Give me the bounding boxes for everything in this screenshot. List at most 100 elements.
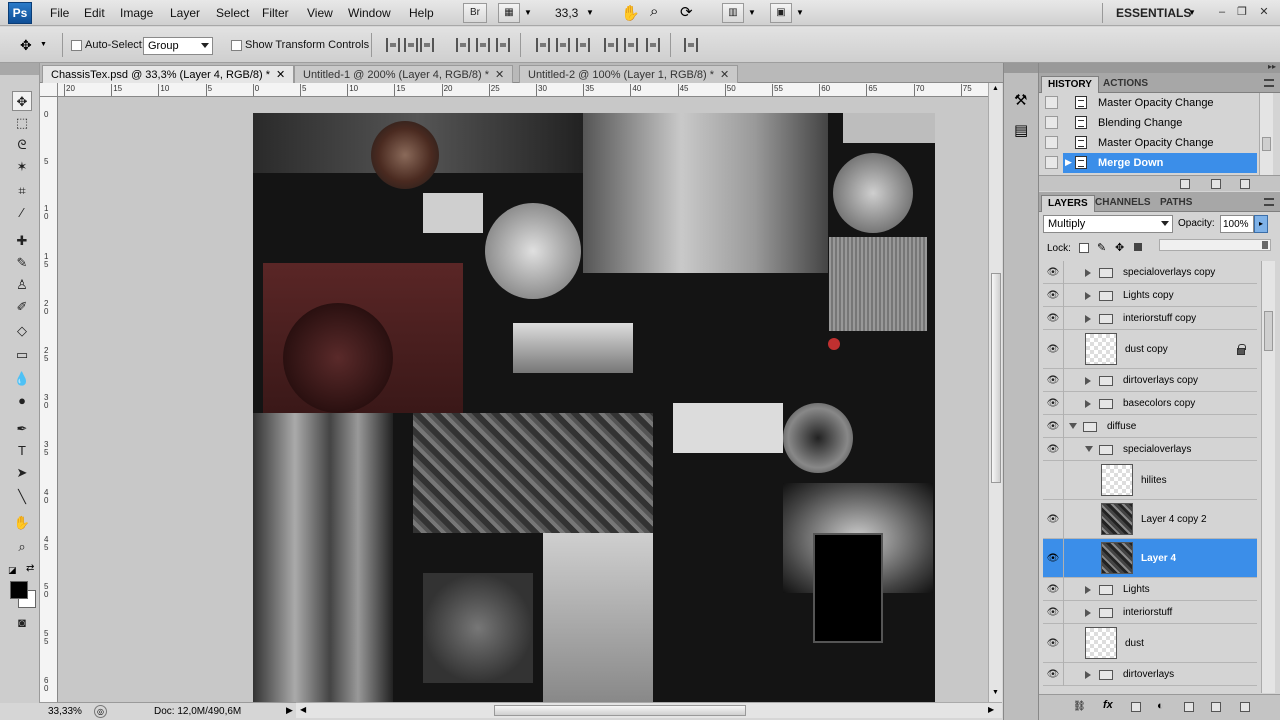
panel-menu-icon[interactable]: [1264, 198, 1274, 206]
trash-icon[interactable]: [1240, 179, 1250, 189]
auto-select-checkbox[interactable]: [71, 40, 82, 51]
bridge-button[interactable]: Br: [463, 3, 487, 23]
lock-all-icon[interactable]: [1134, 243, 1142, 251]
menu-file[interactable]: File: [50, 6, 69, 20]
screen-mode-dropdown-icon[interactable]: ▼: [796, 8, 804, 17]
menu-select[interactable]: Select: [216, 6, 249, 20]
line-tool-icon[interactable]: ╲: [12, 487, 32, 507]
hand-tool-icon[interactable]: ✋: [621, 4, 640, 22]
lock-pixels-icon[interactable]: ✎: [1097, 241, 1106, 254]
camera-snapshot-icon[interactable]: [1211, 179, 1221, 189]
align-hcenter-icon[interactable]: [476, 38, 490, 52]
history-source-checkbox[interactable]: [1045, 156, 1058, 169]
document-canvas[interactable]: [253, 113, 935, 702]
expand-group-icon[interactable]: [1085, 399, 1091, 408]
arrange-documents-icon[interactable]: ▥: [722, 3, 744, 23]
status-info-icon[interactable]: ◎: [94, 705, 107, 718]
eyedropper-tool-icon[interactable]: ⁄: [12, 203, 32, 223]
menu-window[interactable]: Window: [348, 6, 391, 20]
history-brush-panel-icon[interactable]: ⚒: [1014, 91, 1027, 109]
history-item-active[interactable]: ▶ Merge Down: [1043, 153, 1257, 173]
expand-group-icon[interactable]: [1085, 585, 1091, 594]
arrange-dropdown-icon[interactable]: ▼: [748, 8, 756, 17]
layer-group-row[interactable]: 👁 Lights copy: [1043, 284, 1257, 307]
opacity-slider-button[interactable]: ▸: [1254, 215, 1268, 233]
quick-mask-icon[interactable]: ◙: [12, 613, 32, 633]
visibility-eye-icon[interactable]: 👁: [1046, 344, 1060, 355]
menu-help[interactable]: Help: [409, 6, 434, 20]
canvas-area[interactable]: [58, 97, 988, 702]
blur-tool-icon[interactable]: 💧: [12, 369, 32, 389]
default-colors-icon[interactable]: ◪: [8, 565, 17, 576]
collapse-group-icon[interactable]: [1069, 422, 1077, 429]
opacity-slider[interactable]: [1159, 239, 1271, 251]
expand-group-icon[interactable]: [1085, 670, 1091, 679]
menu-view[interactable]: View: [307, 6, 333, 20]
opacity-slider-handle[interactable]: [1262, 241, 1268, 249]
layers-scroll-thumb[interactable]: [1264, 311, 1273, 351]
status-zoom[interactable]: 33,33%: [48, 706, 82, 717]
new-document-from-state-icon[interactable]: [1180, 179, 1190, 189]
collapse-group-icon[interactable]: [1085, 445, 1093, 452]
eraser-tool-icon[interactable]: ◇: [12, 321, 32, 341]
tab-actions[interactable]: ACTIONS: [1097, 76, 1154, 93]
screen-mode-icon[interactable]: ▣: [770, 3, 792, 23]
swap-colors-icon[interactable]: ⇄: [26, 563, 34, 574]
menu-edit[interactable]: Edit: [84, 6, 105, 20]
magic-wand-tool-icon[interactable]: ✶: [12, 157, 32, 177]
show-transform-checkbox[interactable]: [231, 40, 242, 51]
tab-history[interactable]: HISTORY: [1041, 76, 1099, 93]
history-item[interactable]: Master Opacity Change: [1043, 133, 1257, 153]
layer-row[interactable]: 👁 Layer 4: [1043, 539, 1257, 578]
layer-row[interactable]: 👁 Layer 4 copy 2: [1043, 500, 1257, 539]
ruler-origin[interactable]: [40, 83, 58, 97]
auto-align-layers-icon[interactable]: [684, 38, 698, 52]
history-source-checkbox[interactable]: [1045, 96, 1058, 109]
expand-group-icon[interactable]: [1085, 608, 1091, 617]
align-bottom-icon[interactable]: [420, 38, 434, 52]
scroll-left-icon[interactable]: ◀: [300, 705, 306, 714]
expand-group-icon[interactable]: [1085, 314, 1091, 323]
layers-scrollbar[interactable]: [1261, 261, 1275, 693]
adjustment-layer-icon[interactable]: ◐: [1157, 700, 1164, 712]
move-tool-preset-icon[interactable]: ✥: [20, 37, 32, 54]
visibility-eye-icon[interactable]: 👁: [1046, 669, 1060, 680]
actions-panel-icon[interactable]: ▤: [1014, 121, 1028, 139]
zoom-level[interactable]: 33,3: [555, 6, 578, 20]
link-layers-icon[interactable]: ⛓: [1073, 701, 1086, 712]
zoom-tool-icon[interactable]: ⌕: [12, 537, 32, 557]
path-selection-tool-icon[interactable]: ➤: [12, 463, 32, 483]
tab-close-icon[interactable]: ✕: [720, 69, 729, 81]
distribute-right-icon[interactable]: [646, 38, 660, 52]
auto-select-dropdown[interactable]: Group: [143, 37, 213, 55]
layer-group-row[interactable]: 👁 interiorstuff: [1043, 601, 1257, 624]
layer-row[interactable]: hilites: [1043, 461, 1257, 500]
move-tool-icon[interactable]: ✥: [12, 91, 32, 111]
minimize-icon[interactable]: –: [1214, 4, 1230, 20]
expand-group-icon[interactable]: [1085, 268, 1091, 277]
preset-dropdown-icon[interactable]: ▼: [40, 41, 47, 48]
marquee-tool-icon[interactable]: ⬚: [12, 113, 32, 133]
tab-close-icon[interactable]: ✕: [276, 69, 285, 81]
layer-group-row[interactable]: 👁 Lights: [1043, 578, 1257, 601]
visibility-eye-icon[interactable]: 👁: [1046, 553, 1060, 564]
history-source-checkbox[interactable]: [1045, 136, 1058, 149]
zoom-tool-icon[interactable]: ⌕: [650, 3, 658, 20]
vertical-ruler[interactable]: 0 5 1 0 1 5 2 0 2 5 3 0 3 5 4 0 4 5 5 0 5 5 6 0: [40, 97, 58, 702]
history-brush-tool-icon[interactable]: ✐: [12, 297, 32, 317]
lasso-tool-icon[interactable]: ᘓ: [12, 135, 32, 155]
distribute-top-icon[interactable]: [536, 38, 550, 52]
layer-group-row[interactable]: 👁 basecolors copy: [1043, 392, 1257, 415]
layer-group-row[interactable]: 👁 specialoverlays: [1043, 438, 1257, 461]
visibility-eye-icon[interactable]: 👁: [1046, 514, 1060, 525]
blend-mode-dropdown[interactable]: Multiply: [1043, 215, 1173, 233]
layer-group-row[interactable]: 👁 dirtoverlays: [1043, 663, 1257, 686]
visibility-eye-icon[interactable]: 👁: [1046, 421, 1060, 432]
visibility-eye-icon[interactable]: 👁: [1046, 375, 1060, 386]
distribute-hcenter-icon[interactable]: [624, 38, 638, 52]
type-tool-icon[interactable]: T: [12, 441, 32, 461]
collapse-panels-icon[interactable]: ▸▸: [1268, 62, 1276, 71]
menu-layer[interactable]: Layer: [170, 6, 200, 20]
scroll-up-icon[interactable]: ▲: [992, 85, 999, 92]
vertical-scrollbar[interactable]: ▲ ▼: [988, 83, 1002, 702]
